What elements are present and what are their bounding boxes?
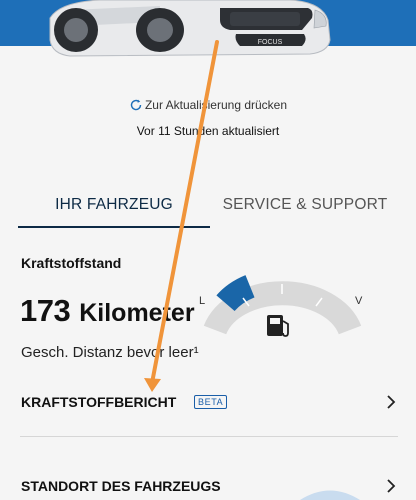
map-preview-edge	[300, 490, 360, 500]
chevron-right-icon	[387, 395, 396, 409]
refresh-label: Zur Aktualisierung drücken	[144, 98, 288, 112]
range-caption: Gesch. Distanz bevor leer¹	[21, 344, 199, 361]
beta-badge: BETA	[194, 395, 228, 409]
tab-bar: IHR FAHRZEUG SERVICE & SUPPORT	[0, 182, 416, 230]
fuel-pump-icon	[267, 315, 289, 337]
tab-your-vehicle[interactable]: IHR FAHRZEUG	[18, 182, 210, 228]
fuel-report-row[interactable]: KRAFTSTOFFBERICHT BETA	[0, 386, 416, 418]
tab-service-support[interactable]: SERVICE & SUPPORT	[210, 182, 400, 228]
last-updated-text: Vor 11 Stunden aktualisiert	[136, 124, 280, 138]
fuel-report-label: KRAFTSTOFFBERICHT	[21, 394, 177, 410]
gauge-fill	[216, 275, 255, 312]
vehicle-location-label: STANDORT DES FAHRZEUGS	[21, 478, 221, 494]
divider	[20, 436, 398, 437]
active-tab-indicator	[18, 226, 210, 228]
car-badge: FOCUS	[258, 39, 283, 46]
fuel-gauge	[203, 275, 362, 337]
fuel-level-title: Kraftstoffstand	[21, 255, 122, 271]
pull-to-refresh[interactable]: Zur Aktualisierung drücken	[0, 98, 416, 112]
gauge-full-label: V	[355, 295, 363, 307]
refresh-icon	[130, 99, 142, 111]
gauge-empty-label: L	[199, 295, 206, 307]
range-display: 173 Kilometer	[20, 293, 195, 329]
vehicle-hero: FOCUS	[0, 0, 416, 80]
chevron-right-icon	[387, 479, 396, 493]
vehicle-image: FOCUS	[49, 0, 331, 57]
range-unit: Kilometer	[79, 299, 195, 327]
range-number: 173	[20, 293, 71, 328]
